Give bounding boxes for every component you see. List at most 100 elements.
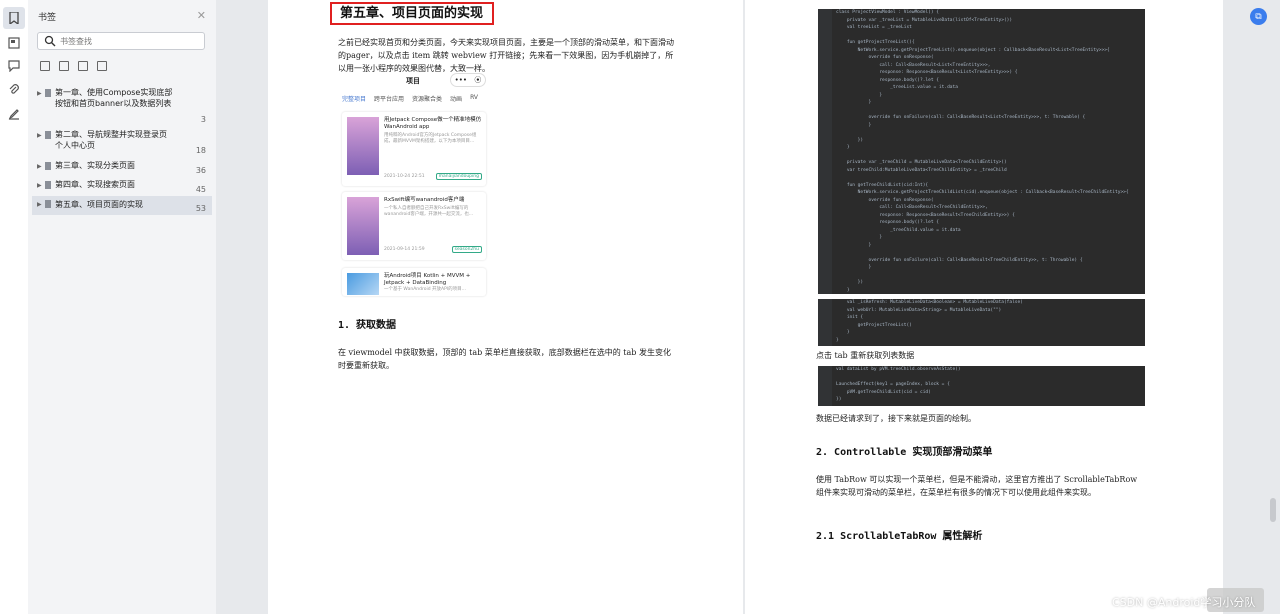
code-line: override fun onFailure(call: Call<BaseRe… [836,257,1083,263]
bookmark-page: 45 [195,185,206,194]
code-line: class ProjectViewModel : ViewModel() { [836,10,939,15]
caption-data-ready: 数据已经请求到了，接下来就是页面的绘制。 [816,414,976,423]
code-line: response: Response<BaseResult<TreeChildE… [836,212,1015,218]
thumbnail-icon[interactable] [6,35,22,51]
expand-arrow-icon[interactable]: ▶ [37,162,42,173]
caption-refetch: 点击 tab 重新获取列表数据 [816,351,915,360]
code-block-viewmodel: class ProjectViewModel : ViewModel() { p… [818,9,1145,294]
bookmark-label: 第五章、项目页面的实现 [55,200,143,209]
bookmark-page: 36 [195,166,206,175]
code-line: }) [836,137,864,143]
code-line: override fun onResponse( [836,55,934,60]
section-1-paragraph: 在 viewmodel 中获取数据，顶部的 tab 菜单栏直接获取，底部数据栏在… [338,348,671,370]
code-line: pVM.getTreeChildList(cid = cid) [836,389,931,395]
card-date: 2021-09-14 21:59 [384,247,425,252]
code-line: } [836,242,872,248]
page-icon [45,131,51,139]
expand-all-icon[interactable] [40,61,50,71]
card-image [347,117,379,175]
bookmark-page: 3 [200,115,206,124]
bookmark-item[interactable]: ▶ 第二章、导航规整并实现登录页个人中心页 18 [32,130,212,156]
code-line: _treeList.value = it.data [836,85,958,90]
code-line: private var _treeList = MutableLiveData(… [836,17,1013,23]
miniprogram-capsule: ••• ⦿ [450,73,486,87]
bookmark-item[interactable]: ▶ 第一章、使用Compose实现底部按钮和首页banner以及数据列表 3 [32,88,212,124]
bookmark-item-selected[interactable]: ▶ 第五章、项目页面的实现 53 [32,196,212,215]
expand-arrow-icon[interactable]: ▶ [37,200,42,211]
chapter-title: 第五章、项目页面的实现 [330,2,494,25]
project-tabs: 完整项目 跨平台应用 资源聚合类 动画 RV [342,94,478,103]
code-line: val _isRefresh: MutableLiveData<Boolean>… [836,300,1023,305]
bookmark-page: 53 [195,204,206,213]
project-card: 玩Android项目 Kotlin + MVVM + Jetpack + Dat… [342,268,486,296]
card-title: 玩Android项目 Kotlin + MVVM + Jetpack + Dat… [384,273,471,286]
code-line: } [836,337,839,343]
bookmark-toolbar [40,61,107,71]
code-line: fun getProjectTreeList(){ [836,40,915,45]
code-line: call: Call<BaseResult<List<TreeEntity>>>… [836,62,991,68]
attachment-icon[interactable] [6,82,22,98]
code-line: LaunchedEffect(key1 = pageIndex, block =… [836,382,950,387]
page-icon [45,200,51,208]
add-bookmark-icon[interactable] [78,61,88,71]
card-desc: 一个基于 WanAndroid 开放API的项目... [384,287,466,292]
code-line: NetWork.service.getProjectTreeList().enq… [836,47,1110,53]
page-icon [45,162,51,170]
page-icon [45,181,51,189]
bookmark-label: 第三章、实现分类页面 [55,161,135,170]
tab-rv: RV [470,94,479,101]
signature-icon[interactable] [6,106,22,122]
search-input[interactable] [60,34,200,48]
delete-bookmark-icon[interactable] [97,61,107,71]
collapse-all-icon[interactable] [59,61,69,71]
code-line: } [836,287,850,293]
code-line: _treeChild.value = it.data [836,227,961,233]
code-line: response: Response<BaseResult<List<TreeE… [836,70,1018,75]
code-line: }) [836,397,842,402]
watermark: CSDN @Android学习小分队 [1112,596,1256,609]
expand-arrow-icon[interactable]: ▶ [37,181,42,192]
bookmark-panel: 书签 ✕ ▶ 第一章、使用Compose实现底部按钮和首页banner以及数据列… [28,0,217,614]
code-line: val treeList = _treeList [836,25,912,30]
expand-arrow-icon[interactable]: ▶ [37,89,42,100]
tab-animation: 动画 [450,96,463,103]
vertical-scrollbar[interactable] [1270,498,1276,522]
assistant-icon[interactable]: ⧉ [1250,8,1267,25]
project-card: RxSwift编写wanandroid客户端 一个私人自者额把自己开发RxSwi… [342,192,486,260]
app-screenshot: 项目 ••• ⦿ 完整项目 跨平台应用 资源聚合类 动画 RV 用Jetpack … [338,72,488,296]
code-line: val webUrl: MutableLiveData<String> = Mu… [836,307,1002,313]
card-desc: 用纯粹的Android官方的Jetpack Compose组成，最新MVVM架构… [384,133,477,144]
close-icon[interactable]: ✕ [197,9,206,22]
bookmark-label: 第一章、使用Compose实现底部按钮和首页banner以及数据列表 [55,88,173,108]
bookmark-label: 第二章、导航规整并实现登录页个人中心页 [55,130,167,150]
code-line: } [836,265,872,270]
bookmark-item[interactable]: ▶ 第三章、实现分类页面 36 [32,161,212,179]
code-line: val dataList by pVM.treeChild.observeAsS… [836,367,961,372]
tab-complete-projects: 完整项目 [342,96,367,103]
code-line: getProjectTreeList() [836,322,912,328]
comment-icon[interactable] [6,58,22,74]
card-image [347,197,379,255]
code-line: var treeChild:MutableLiveData<TreeChildE… [836,167,1007,173]
code-line: response.body()?.let { [836,77,939,83]
code-line: NetWork.service.getProjectTreeChildList(… [836,190,1129,195]
code-line: } [836,330,850,335]
tab-cross-platform: 跨平台应用 [374,96,405,103]
expand-arrow-icon[interactable]: ▶ [37,131,42,142]
card-date: 2021-10-24 22:51 [384,174,425,179]
left-tool-rail [0,0,29,614]
code-line: }) [836,280,864,285]
bookmark-page: 18 [195,146,206,155]
project-card: 用Jetpack Compose做一个精准地模仿WanAndroid app 用… [342,112,486,186]
card-author-tag: manaijiandouping [435,173,482,180]
bookmark-label: 第四章、实现搜索页面 [55,180,135,189]
bookmark-search[interactable] [37,32,205,50]
bookmark-icon[interactable] [3,7,25,29]
code-line: private var _treeChild = MutableLiveData… [836,160,1007,165]
